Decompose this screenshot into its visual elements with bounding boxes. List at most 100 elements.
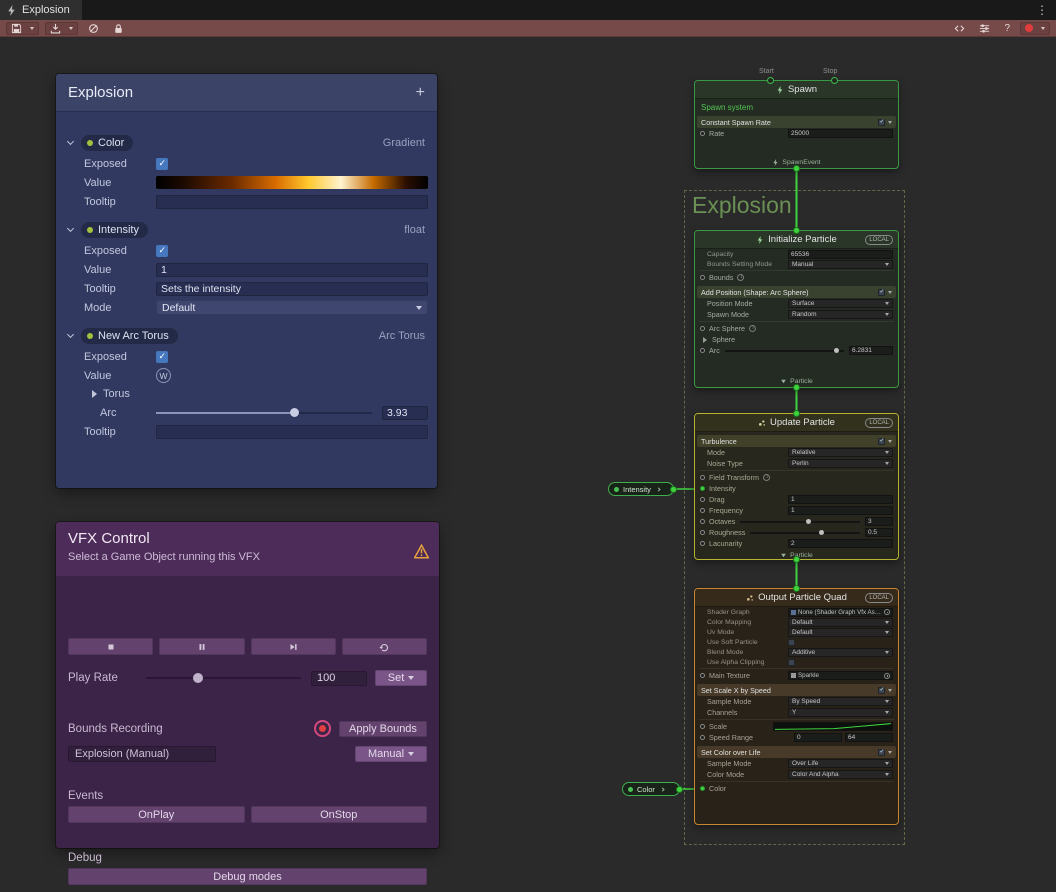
record-bounds-button[interactable] bbox=[314, 720, 331, 737]
flow-input-port[interactable] bbox=[793, 227, 800, 234]
blend-mode-dropdown[interactable]: Additive bbox=[788, 648, 893, 657]
document-tab-explosion[interactable]: Explosion bbox=[0, 0, 82, 20]
set-rate-button[interactable]: Set bbox=[375, 670, 427, 686]
mode-dropdown[interactable]: Relative bbox=[788, 448, 893, 457]
octaves-input[interactable]: 3 bbox=[865, 517, 893, 526]
compile-options-button[interactable] bbox=[65, 22, 77, 35]
parameter-output-port[interactable] bbox=[676, 786, 683, 793]
lacunarity-input[interactable]: 2 bbox=[788, 539, 893, 548]
arc-input-port[interactable] bbox=[700, 348, 705, 353]
rate-input-port[interactable] bbox=[700, 131, 705, 136]
tooltip-input[interactable] bbox=[156, 425, 428, 439]
roughness-input-port[interactable] bbox=[700, 530, 705, 535]
main-texture-input-port[interactable] bbox=[700, 673, 705, 678]
property-pill-color[interactable]: Color bbox=[81, 135, 133, 151]
exposed-checkbox[interactable] bbox=[156, 351, 168, 363]
save-button[interactable] bbox=[7, 22, 26, 35]
chevron-down-icon[interactable] bbox=[67, 138, 74, 145]
exposed-checkbox[interactable] bbox=[156, 158, 168, 170]
kebab-menu-icon[interactable]: ⋮ bbox=[1028, 0, 1056, 20]
step-button[interactable] bbox=[251, 638, 336, 655]
apply-bounds-button[interactable]: Apply Bounds bbox=[339, 721, 427, 737]
node-title-bar[interactable]: Spawn bbox=[695, 81, 898, 99]
start-input-port[interactable] bbox=[767, 77, 774, 84]
frequency-input-port[interactable] bbox=[700, 508, 705, 513]
play-rate-input[interactable]: 100 bbox=[311, 671, 367, 686]
octaves-input-port[interactable] bbox=[700, 519, 705, 524]
chevron-down-icon[interactable] bbox=[67, 225, 74, 232]
flow-input-port[interactable] bbox=[793, 410, 800, 417]
block-constant-spawn-rate[interactable]: Constant Spawn Rate bbox=[697, 116, 896, 128]
drag-input[interactable]: 1 bbox=[788, 495, 893, 504]
speed-range-max-input[interactable]: 64 bbox=[845, 733, 893, 742]
block-enabled-checkbox[interactable] bbox=[878, 438, 885, 445]
flow-input-port[interactable] bbox=[793, 585, 800, 592]
chevron-down-icon[interactable] bbox=[888, 751, 892, 754]
color-mode-dropdown[interactable]: Color And Alpha bbox=[788, 770, 893, 779]
position-mode-dropdown[interactable]: Surface bbox=[788, 299, 893, 308]
chevron-down-icon[interactable] bbox=[67, 331, 74, 338]
shader-graph-object-field[interactable]: None (Shader Graph Vfx Asset) bbox=[788, 608, 893, 617]
main-texture-object-field[interactable]: Sparkle bbox=[788, 671, 893, 680]
roughness-input[interactable]: 0.5 bbox=[865, 528, 893, 537]
slider-knob[interactable] bbox=[290, 408, 299, 417]
system-label[interactable]: Explosion bbox=[692, 192, 792, 219]
chevron-down-icon[interactable] bbox=[888, 440, 892, 443]
flow-output-port[interactable] bbox=[793, 384, 800, 391]
bounds-input-port[interactable] bbox=[700, 275, 705, 280]
block-set-color-over-life[interactable]: Set Color over Life bbox=[697, 746, 896, 758]
stop-input-port[interactable] bbox=[831, 77, 838, 84]
restart-button[interactable] bbox=[342, 638, 427, 655]
slider-knob[interactable] bbox=[193, 673, 203, 683]
object-picker-icon[interactable] bbox=[884, 609, 890, 615]
arc-value-input[interactable]: 6.2831 bbox=[849, 346, 893, 355]
spawn-event-output-port[interactable] bbox=[793, 165, 800, 172]
blackboard-panel[interactable]: Explosion + Color Gradient Exposed Value bbox=[56, 74, 437, 488]
lock-button[interactable] bbox=[109, 22, 128, 35]
rate-value-input[interactable]: 25000 bbox=[788, 129, 893, 138]
expand-arrow-icon[interactable] bbox=[703, 337, 707, 343]
parameter-output-port[interactable] bbox=[670, 486, 677, 493]
exposed-checkbox[interactable] bbox=[156, 245, 168, 257]
capacity-input[interactable]: 65536 bbox=[788, 250, 893, 259]
slider-knob[interactable] bbox=[806, 519, 811, 524]
slider-knob[interactable] bbox=[834, 348, 839, 353]
sample-mode-dropdown[interactable]: By Speed bbox=[788, 697, 893, 706]
block-enabled-checkbox[interactable] bbox=[878, 119, 885, 126]
roughness-slider[interactable] bbox=[750, 532, 860, 534]
play-rate-slider[interactable] bbox=[146, 677, 301, 679]
scale-input-port[interactable] bbox=[700, 724, 705, 729]
block-enabled-checkbox[interactable] bbox=[878, 749, 885, 756]
uv-mode-dropdown[interactable]: Default bbox=[788, 628, 893, 637]
slider-knob[interactable] bbox=[819, 530, 824, 535]
arc-slider[interactable] bbox=[725, 350, 844, 352]
node-initialize-particle[interactable]: Initialize Particle LOCAL Capacity 65536… bbox=[694, 230, 899, 388]
collapse-chevron-icon[interactable] bbox=[656, 487, 660, 491]
frequency-input[interactable]: 1 bbox=[788, 506, 893, 515]
soft-particle-checkbox[interactable] bbox=[788, 639, 795, 646]
node-update-particle[interactable]: Update Particle LOCAL Turbulence Mode Re… bbox=[694, 413, 899, 560]
speed-range-min-input[interactable]: 0 bbox=[794, 733, 842, 742]
field-transform-input-port[interactable] bbox=[700, 475, 705, 480]
arc-sphere-input-port[interactable] bbox=[700, 326, 705, 331]
node-spawn[interactable]: Start Stop Spawn Spawn system Constant S… bbox=[694, 80, 899, 169]
intensity-input-port[interactable] bbox=[700, 486, 705, 491]
record-options-button[interactable] bbox=[1037, 22, 1049, 35]
parameter-node-color[interactable]: Color bbox=[622, 782, 680, 796]
collapse-chevron-icon[interactable] bbox=[660, 787, 664, 791]
color-mapping-dropdown[interactable]: Default bbox=[788, 618, 893, 627]
property-pill-intensity[interactable]: Intensity bbox=[81, 222, 148, 238]
block-enabled-checkbox[interactable] bbox=[878, 687, 885, 694]
chevron-down-icon[interactable] bbox=[888, 291, 892, 294]
chevron-down-icon[interactable] bbox=[888, 121, 892, 124]
toggle-visibility-button[interactable] bbox=[84, 22, 103, 35]
compile-button[interactable] bbox=[46, 22, 65, 35]
onstop-button[interactable]: OnStop bbox=[251, 806, 428, 823]
system-name-label[interactable]: Spawn system bbox=[695, 101, 898, 113]
scale-curve-field[interactable] bbox=[773, 722, 893, 731]
parameter-node-intensity[interactable]: Intensity bbox=[608, 482, 674, 496]
add-property-button[interactable]: + bbox=[416, 85, 425, 101]
node-output-particle-quad[interactable]: Output Particle Quad LOCAL Shader Graph … bbox=[694, 588, 899, 825]
save-options-button[interactable] bbox=[26, 22, 38, 35]
tooltip-input[interactable] bbox=[156, 195, 428, 209]
